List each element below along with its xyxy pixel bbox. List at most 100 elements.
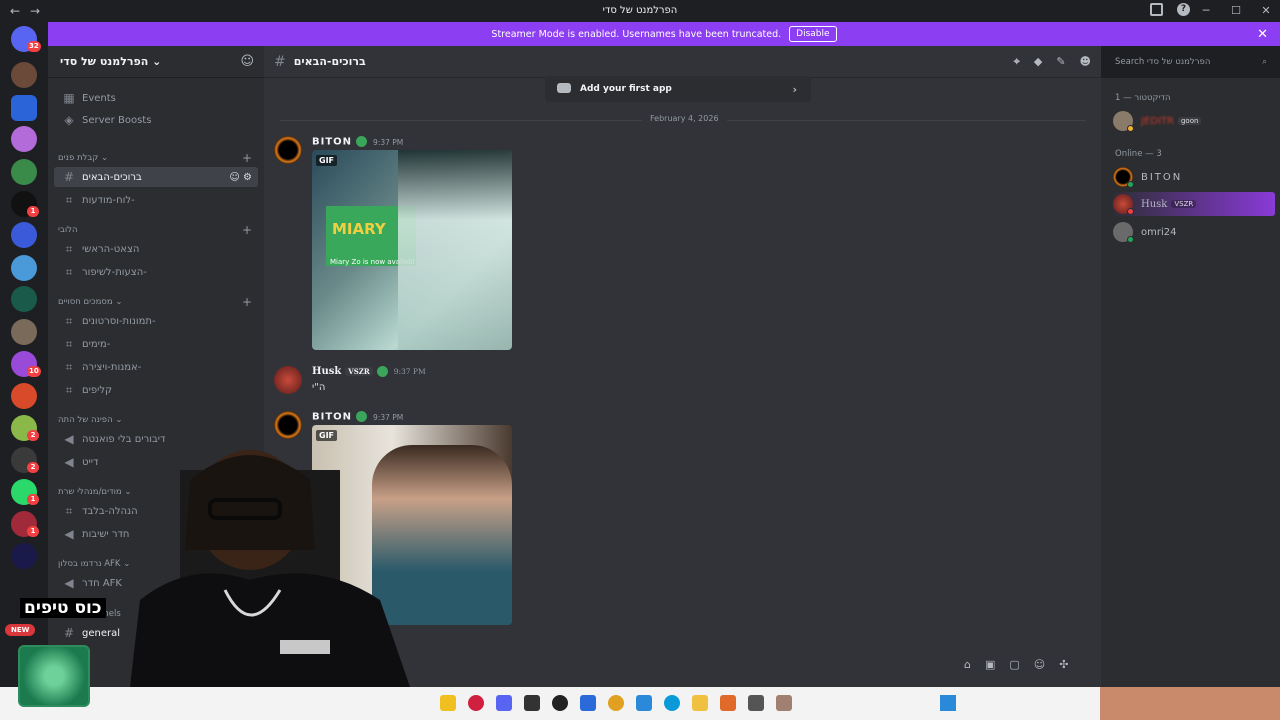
server-icon[interactable] bbox=[11, 543, 37, 569]
username[interactable]: Husk bbox=[312, 366, 341, 377]
boosts-label: Server Boosts bbox=[82, 114, 152, 126]
taskbar-overlay-image bbox=[1100, 687, 1280, 720]
server-icon[interactable] bbox=[11, 95, 37, 121]
server-icon[interactable] bbox=[11, 383, 37, 409]
add-channel-icon[interactable]: + bbox=[242, 223, 252, 237]
channel-label: הצעות-לשיפור- bbox=[82, 266, 147, 278]
thread-icon: ⌗ bbox=[65, 503, 73, 518]
gif-embed[interactable]: GIF MIARY Miary Zo is now availabl bbox=[312, 150, 512, 350]
help-icon[interactable]: ? bbox=[1177, 3, 1190, 16]
hash-icon: # bbox=[63, 626, 75, 640]
member-row[interactable]: Husk VSZR bbox=[1109, 192, 1275, 216]
unread-badge: 32 bbox=[27, 41, 41, 52]
message-author[interactable]: Husk VSZR 9:37 PM bbox=[312, 366, 426, 377]
banner-text: Streamer Mode is enabled. Usernames have… bbox=[491, 28, 782, 40]
avatar[interactable] bbox=[274, 136, 302, 164]
minimize-button[interactable]: ─ bbox=[1200, 4, 1212, 17]
invite-people-icon[interactable]: ☺ bbox=[240, 54, 254, 69]
taskbar-app-icon[interactable] bbox=[692, 695, 708, 711]
taskbar-app-icon[interactable] bbox=[440, 695, 456, 711]
taskbar-app-icon[interactable] bbox=[496, 695, 512, 711]
channel-art[interactable]: ⌗ אמנות-ויצירה- bbox=[54, 357, 258, 377]
category-secret[interactable]: מסמכים חסויים ⌄ + bbox=[54, 292, 258, 312]
taskbar-app-icon[interactable] bbox=[468, 695, 484, 711]
channel-board[interactable]: ⌗ לוח-מודעות- bbox=[54, 190, 258, 210]
server-icon[interactable] bbox=[11, 222, 37, 248]
username[interactable]: BITON bbox=[312, 412, 352, 423]
channel-suggest[interactable]: ⌗ הצעות-לשיפור- bbox=[54, 262, 258, 282]
server-icon[interactable] bbox=[11, 126, 37, 152]
channel-label: general bbox=[82, 627, 121, 639]
message-author[interactable]: BITON 9:37 PM bbox=[312, 136, 403, 148]
avatar[interactable] bbox=[274, 411, 302, 439]
channel-clips[interactable]: ⌗ קליפים bbox=[54, 380, 258, 400]
channel-label: לוח-מודעות- bbox=[82, 194, 135, 206]
close-banner-icon[interactable]: ✕ bbox=[1257, 27, 1268, 42]
close-window-button[interactable]: ✕ bbox=[1260, 4, 1272, 17]
sticker-icon[interactable]: ▢ bbox=[1009, 658, 1019, 671]
server-boosts-item[interactable]: ◈ Server Boosts bbox=[54, 110, 258, 130]
maximize-button[interactable]: ☐ bbox=[1230, 4, 1242, 17]
inbox-icon[interactable] bbox=[1150, 3, 1163, 16]
taskbar-app-icon[interactable] bbox=[664, 695, 680, 711]
member-row[interactable]: omri24 bbox=[1109, 220, 1275, 244]
channel-memes[interactable]: ⌗ מימים- bbox=[54, 334, 258, 354]
server-icon[interactable] bbox=[11, 319, 37, 345]
events-item[interactable]: ▦ Events bbox=[54, 88, 258, 108]
avatar[interactable] bbox=[274, 366, 302, 394]
pin-icon[interactable]: ✎ bbox=[1056, 55, 1065, 69]
channel-settings-icon[interactable]: ☺ ⚙ bbox=[229, 172, 252, 183]
category-lobby[interactable]: הלובי + bbox=[54, 220, 258, 240]
member-list: הדיקטטור — 1 JEDITR goon Online — 3 BITO… bbox=[1101, 78, 1280, 687]
message-author[interactable]: BITON 9:37 PM bbox=[312, 411, 403, 423]
taskbar-app-icon[interactable] bbox=[580, 695, 596, 711]
taskbar-app-icon[interactable] bbox=[608, 695, 624, 711]
server-icon[interactable] bbox=[11, 286, 37, 312]
member-list-icon[interactable]: ☻ bbox=[1080, 55, 1091, 69]
boost-icon: ◈ bbox=[64, 113, 74, 127]
speaker-icon: ◀ bbox=[64, 432, 74, 446]
chat-header: # ברוכים-הבאים ⌖ ◆ ✎ ☻ bbox=[264, 46, 1101, 78]
emoji-icon[interactable]: ☺ bbox=[1034, 658, 1045, 671]
category-tea[interactable]: הפינה של התה ⌄ bbox=[54, 410, 258, 430]
bell-icon[interactable]: ◆ bbox=[1034, 55, 1042, 69]
status-dnd-icon bbox=[1127, 208, 1134, 215]
taskbar-app-icon[interactable] bbox=[552, 695, 568, 711]
date-divider: February 4, 2026 bbox=[280, 114, 1086, 123]
threads-icon[interactable]: ⌖ bbox=[1014, 55, 1020, 69]
member-row[interactable]: BITON bbox=[1109, 165, 1275, 189]
disable-streamer-mode-button[interactable]: Disable bbox=[789, 26, 837, 42]
gif-picker-icon[interactable]: ▣ bbox=[985, 658, 995, 671]
category-welcome[interactable]: קבלת פנים ⌄ + bbox=[54, 148, 258, 168]
taskbar-app-icon[interactable] bbox=[776, 695, 792, 711]
speaker-icon: ◀ bbox=[64, 527, 74, 541]
server-header[interactable]: הפרלמנט של סדי ⌄ ☺ bbox=[48, 46, 264, 78]
gif-brand-text: MIARY bbox=[332, 220, 386, 238]
avatar bbox=[1113, 222, 1134, 243]
server-icon[interactable] bbox=[11, 62, 37, 88]
timestamp: 9:37 PM bbox=[373, 137, 404, 147]
thread-icon: ⌗ bbox=[65, 382, 73, 397]
windows-start-icon[interactable] bbox=[940, 695, 956, 711]
search-input[interactable]: Search הפרלמנט של סדי ⌕ bbox=[1110, 53, 1272, 71]
add-channel-icon[interactable]: + bbox=[242, 151, 252, 165]
taskbar-app-icon[interactable] bbox=[748, 695, 764, 711]
channel-label: דייט bbox=[82, 456, 99, 468]
server-icon-active[interactable] bbox=[11, 159, 37, 185]
apps-icon[interactable]: ✣ bbox=[1059, 658, 1068, 671]
username[interactable]: BITON bbox=[312, 137, 352, 148]
channel-main[interactable]: ⌗ הצאט-הראשי bbox=[54, 239, 258, 259]
gift-icon[interactable]: ⌂ bbox=[964, 658, 971, 671]
taskbar-app-icon[interactable] bbox=[636, 695, 652, 711]
add-channel-icon[interactable]: + bbox=[242, 295, 252, 309]
channel-pics[interactable]: ⌗ תמונות-וסרטונים- bbox=[54, 311, 258, 331]
channel-title: ברוכים-הבאים bbox=[293, 55, 366, 68]
taskbar-app-icon[interactable] bbox=[720, 695, 736, 711]
thread-icon: ⌗ bbox=[65, 264, 73, 279]
channel-welcome[interactable]: # ברוכים-הבאים ☺ ⚙ bbox=[54, 167, 258, 187]
verified-icon bbox=[356, 136, 368, 147]
taskbar-app-icon[interactable] bbox=[524, 695, 540, 711]
server-icon[interactable] bbox=[11, 255, 37, 281]
add-app-card[interactable]: Add your first app › bbox=[545, 76, 811, 102]
member-row[interactable]: JEDITR goon bbox=[1109, 109, 1275, 133]
